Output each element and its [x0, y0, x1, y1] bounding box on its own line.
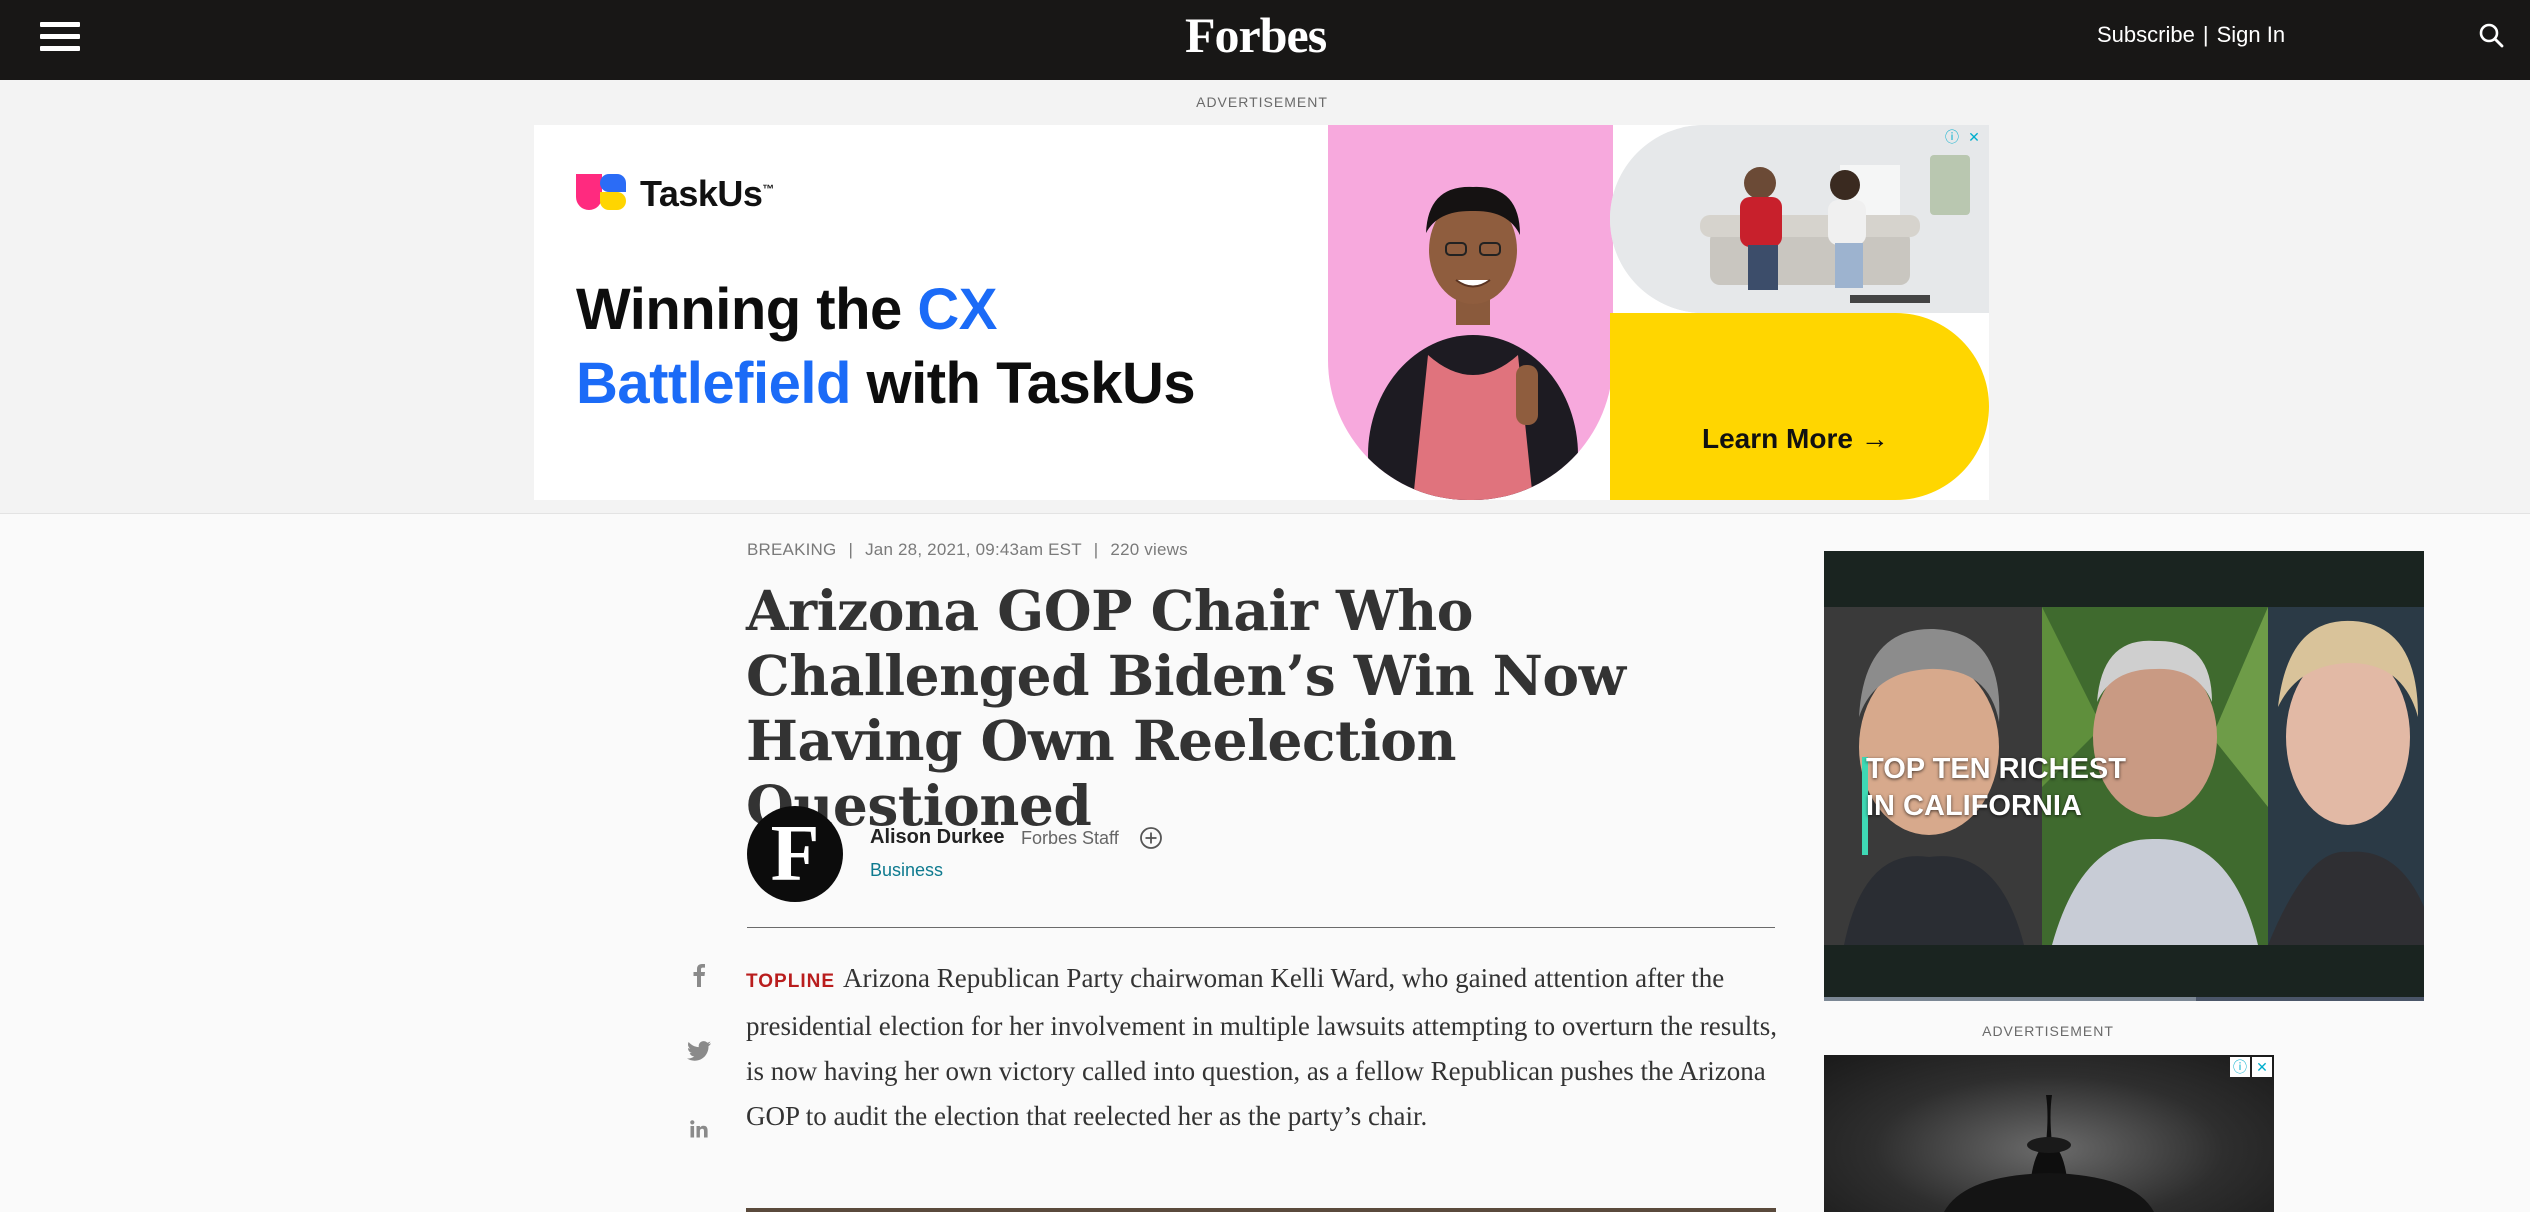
- author-role: Forbes Staff: [1021, 828, 1119, 848]
- rail-ad-banner[interactable]: ⓘ ✕: [1824, 1055, 2274, 1212]
- author-avatar[interactable]: F: [747, 806, 843, 902]
- ad-couch-image: [1610, 125, 1989, 313]
- ad-label: ADVERTISEMENT: [1196, 94, 1328, 110]
- rail-ad-info-icon[interactable]: ⓘ: [2230, 1057, 2250, 1077]
- ad-close-icon[interactable]: ✕: [1964, 127, 1984, 147]
- forbes-logo[interactable]: Forbes: [1185, 6, 1327, 64]
- article-headline: Arizona GOP Chair Who Challenged Biden’s…: [746, 578, 1626, 838]
- facebook-icon[interactable]: [686, 962, 712, 988]
- learn-more-button[interactable]: Learn More →: [1702, 423, 1889, 455]
- meta-separator: |: [1093, 540, 1099, 559]
- taskus-ad-banner[interactable]: TaskUs™ Winning the CX Battlefield with …: [534, 125, 1989, 500]
- menu-icon[interactable]: [40, 22, 80, 52]
- ad-headline: Winning the CX Battlefield with TaskUs: [576, 277, 1196, 416]
- author-byline: F Alison Durkee Forbes Staff Business: [747, 806, 1775, 928]
- follow-author-icon[interactable]: [1139, 826, 1163, 850]
- article-views: 220 views: [1110, 540, 1188, 559]
- article-date: Jan 28, 2021, 09:43am EST: [865, 540, 1082, 559]
- ad-cta-panel: Learn More →: [1610, 313, 1989, 500]
- topline-text: Arizona Republican Party chairwoman Kell…: [746, 963, 1778, 1131]
- taskus-brand: TaskUs™: [640, 173, 774, 214]
- meta-separator: |: [848, 540, 854, 559]
- rail-ad-choices: ⓘ ✕: [2230, 1057, 2272, 1077]
- video-progress-bar[interactable]: [1824, 997, 2424, 1001]
- author-channel-link[interactable]: Business: [870, 860, 943, 881]
- video-player[interactable]: TOP TEN RICHEST IN CALIFORNIA: [1824, 551, 2424, 1001]
- sign-in-link[interactable]: Sign In: [2217, 22, 2286, 47]
- taskus-logo-mark: [576, 174, 630, 214]
- twitter-icon[interactable]: [686, 1038, 712, 1064]
- article-meta: BREAKING | Jan 28, 2021, 09:43am EST | 220 v…: [747, 540, 1188, 560]
- video-progress-fill: [1824, 997, 2196, 1001]
- rail-ad-close-icon[interactable]: ✕: [2252, 1057, 2272, 1077]
- article-category: BREAKING: [747, 540, 837, 559]
- article-body: TOPLINE Arizona Republican Party chairwom…: [746, 956, 1778, 1139]
- ad-info-icon[interactable]: ⓘ: [1942, 127, 1962, 147]
- linkedin-icon[interactable]: [686, 1116, 712, 1142]
- author-name[interactable]: Alison Durkee: [870, 826, 1004, 849]
- account-links: Subscribe | Sign In: [2097, 22, 2285, 48]
- ad-person-image: [1328, 125, 1613, 500]
- ad-choices: ⓘ ✕: [1942, 127, 1986, 149]
- article-image-edge: [746, 1208, 1776, 1212]
- video-panel-right: [2268, 607, 2424, 945]
- account-links-separator: |: [2202, 22, 2209, 47]
- subscribe-link[interactable]: Subscribe: [2097, 22, 2195, 47]
- video-title: TOP TEN RICHEST IN CALIFORNIA: [1866, 753, 2126, 822]
- taskus-logo: TaskUs™: [576, 173, 774, 215]
- top-ad-region: ADVERTISEMENT TaskUs™ Winning the CX Bat…: [0, 80, 2530, 514]
- topline-label: TOPLINE: [746, 971, 835, 992]
- top-navigation-bar: Forbes Subscribe | Sign In: [0, 0, 2530, 80]
- rail-ad-image: [1944, 1095, 2154, 1212]
- rail-ad-label: ADVERTISEMENT: [1982, 1023, 2114, 1039]
- search-icon[interactable]: [2478, 22, 2504, 48]
